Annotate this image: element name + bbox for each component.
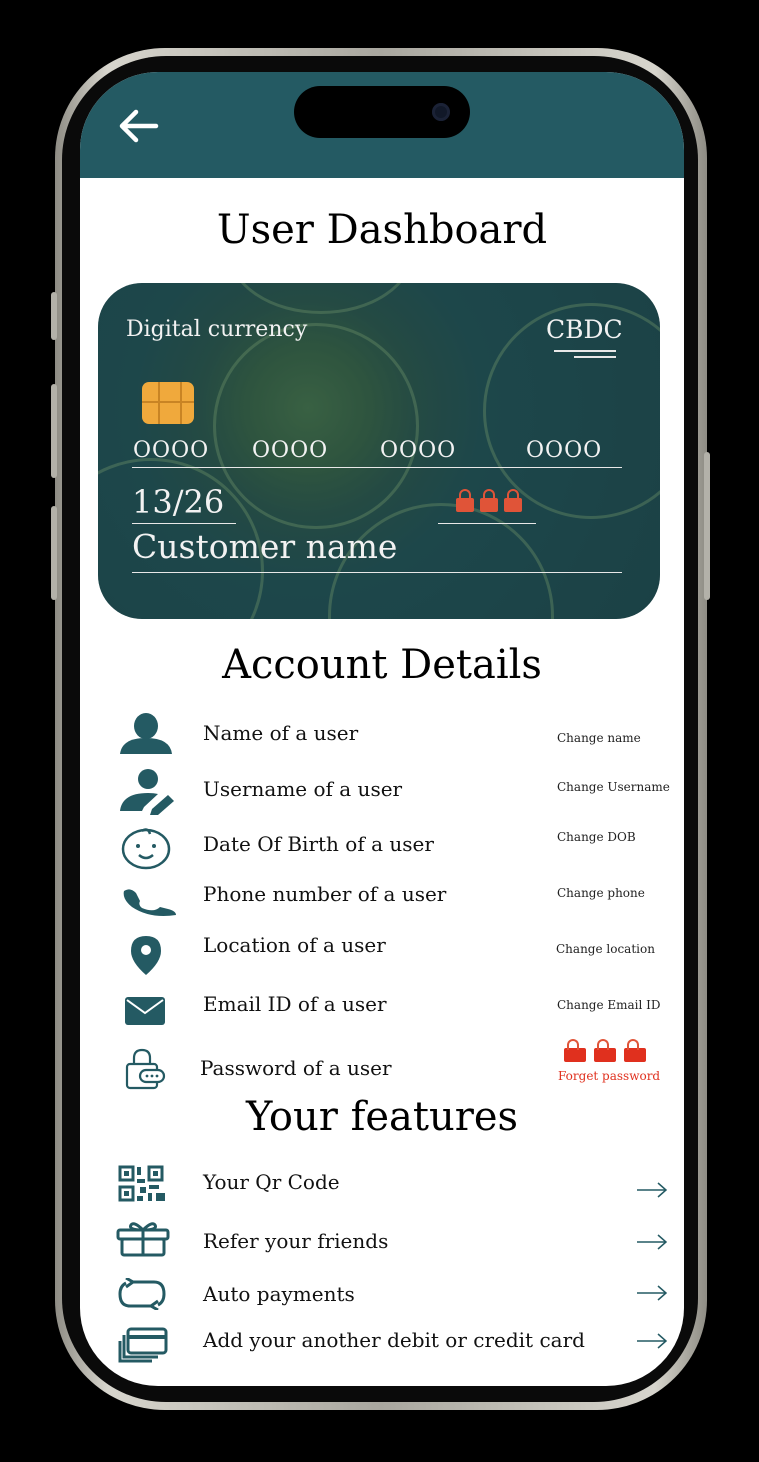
- card-holder: Customer name: [132, 527, 398, 566]
- power-button: [704, 452, 710, 600]
- feature-label: Refer your friends: [203, 1229, 389, 1253]
- card-brand: Digital currency: [126, 317, 308, 342]
- account-row-label: Username of a user: [203, 777, 403, 801]
- card-type-underline: [554, 350, 616, 352]
- account-row-label: Date Of Birth of a user: [203, 832, 434, 856]
- feature-label: Add your another debit or credit card: [203, 1328, 585, 1352]
- back-button[interactable]: [116, 108, 160, 144]
- account-row-label: Phone number of a user: [203, 882, 447, 906]
- card-chip-icon: [142, 382, 194, 424]
- lock-icon: [594, 1039, 616, 1062]
- account-row-label: Location of a user: [203, 933, 386, 957]
- card-number-group: OOOO: [133, 438, 210, 463]
- account-details-title: Account Details: [222, 642, 542, 688]
- lock-icon: [504, 489, 522, 512]
- qr-code-icon: [118, 1165, 165, 1202]
- card-expiry-line: [132, 523, 236, 524]
- volume-down-button: [51, 506, 57, 600]
- change-location-link[interactable]: Change location: [556, 942, 655, 956]
- lock-icon: [624, 1039, 646, 1062]
- gift-icon: [116, 1222, 170, 1257]
- lock-icon: [480, 489, 498, 512]
- card-holder-line: [132, 572, 622, 573]
- cards-icon: [118, 1327, 168, 1363]
- password-lock-icon: [125, 1048, 166, 1090]
- dynamic-island: [294, 86, 470, 138]
- change-phone-link[interactable]: Change phone: [557, 886, 645, 900]
- baby-face-icon: [121, 828, 171, 870]
- arrow-left-icon: [119, 109, 159, 143]
- arrow-right-icon[interactable]: [636, 1333, 668, 1349]
- top-bar: [80, 72, 684, 178]
- account-row-label: Password of a user: [200, 1056, 392, 1080]
- user-edit-icon: [120, 769, 174, 815]
- card-expiry: 13/26: [132, 483, 225, 521]
- card-number-group: OOOO: [526, 438, 603, 463]
- change-username-link[interactable]: Change Username: [557, 780, 670, 794]
- change-name-link[interactable]: Change name: [557, 731, 641, 745]
- card-cvv-line: [438, 523, 536, 524]
- feature-label: Your Qr Code: [203, 1170, 340, 1194]
- silent-switch: [51, 292, 57, 340]
- card-number-line: [132, 467, 622, 468]
- arrow-right-icon[interactable]: [636, 1182, 668, 1198]
- location-pin-icon: [131, 936, 161, 975]
- page-title: User Dashboard: [216, 207, 548, 253]
- feature-label: Auto payments: [203, 1282, 355, 1306]
- card-type-underline: [574, 356, 616, 358]
- account-row-label: Email ID of a user: [203, 992, 387, 1016]
- change-email-link[interactable]: Change Email ID: [557, 998, 661, 1012]
- app-screen: User Dashboard Digital currency CBDC OOO…: [80, 72, 684, 1386]
- envelope-icon: [125, 997, 165, 1025]
- arrow-right-icon[interactable]: [636, 1234, 668, 1250]
- lock-icon: [456, 489, 474, 512]
- phone-icon: [123, 889, 176, 916]
- user-icon: [120, 713, 172, 754]
- digital-currency-card[interactable]: Digital currency CBDC OOOO OOOO OOOO OOO…: [98, 283, 660, 619]
- forget-password-link[interactable]: Forget password: [558, 1069, 660, 1083]
- arrow-right-icon[interactable]: [636, 1285, 668, 1301]
- card-number-group: OOOO: [380, 438, 457, 463]
- card-type: CBDC: [546, 315, 623, 344]
- front-camera: [432, 103, 450, 121]
- features-title: Your features: [245, 1094, 519, 1140]
- account-row-label: Name of a user: [203, 721, 359, 745]
- volume-up-button: [51, 384, 57, 478]
- lock-icon: [564, 1039, 586, 1062]
- repeat-icon: [118, 1278, 166, 1310]
- card-number-group: OOOO: [252, 438, 329, 463]
- change-dob-link[interactable]: Change DOB: [557, 830, 636, 844]
